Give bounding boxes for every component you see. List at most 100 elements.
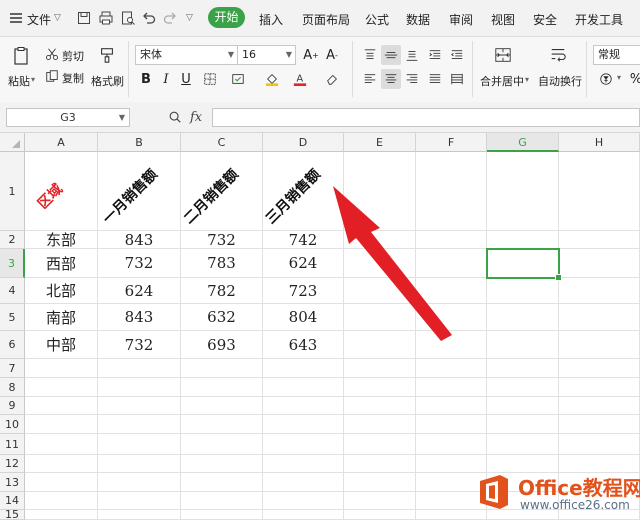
format-painter-icon[interactable] [96, 44, 118, 66]
column-header-a[interactable]: A [25, 133, 98, 152]
justify-icon[interactable] [425, 69, 445, 89]
cell-e8[interactable] [344, 378, 416, 397]
column-header-h[interactable]: H [559, 133, 640, 152]
cell-a7[interactable] [25, 359, 98, 378]
cell-f7[interactable] [416, 359, 487, 378]
row-header-10[interactable]: 10 [0, 415, 25, 434]
cell-b15[interactable] [98, 510, 181, 520]
cell-d2[interactable]: 742 [263, 231, 344, 249]
currency-icon[interactable] [596, 69, 616, 89]
cell-f1[interactable] [416, 152, 487, 231]
cell-g7[interactable] [487, 359, 559, 378]
tab-developer[interactable]: 开发工具 [575, 11, 623, 28]
cell-b4[interactable]: 624 [98, 278, 181, 304]
cell-g1[interactable] [487, 152, 559, 231]
cell-f9[interactable] [416, 397, 487, 415]
cell-h6[interactable] [559, 331, 640, 359]
cell-f8[interactable] [416, 378, 487, 397]
name-box[interactable]: G3 ▼ [6, 108, 130, 127]
cell-f5[interactable] [416, 304, 487, 331]
align-center-icon[interactable] [381, 69, 401, 89]
cell-b8[interactable] [98, 378, 181, 397]
cell-d5[interactable]: 804 [263, 304, 344, 331]
bold-button[interactable]: B [136, 69, 156, 89]
cell-b3[interactable]: 732 [98, 249, 181, 278]
cell-h1[interactable] [559, 152, 640, 231]
align-right-icon[interactable] [402, 69, 422, 89]
formula-input[interactable] [212, 108, 640, 127]
cell-b9[interactable] [98, 397, 181, 415]
quick-access-chevron-icon[interactable]: ▽ [186, 13, 193, 23]
row-header-9[interactable]: 9 [0, 397, 25, 415]
cell-b14[interactable] [98, 492, 181, 510]
save-icon[interactable] [74, 8, 94, 28]
copy-icon[interactable] [44, 68, 60, 84]
row-header-5[interactable]: 5 [0, 304, 25, 331]
file-menu-chevron-icon[interactable]: ▽ [54, 13, 61, 23]
currency-chevron-icon[interactable]: ▾ [617, 73, 621, 82]
cell-d7[interactable] [263, 359, 344, 378]
wrap-text-button[interactable]: 自动换行 [538, 73, 582, 89]
print-icon[interactable] [96, 8, 116, 28]
tab-review[interactable]: 审阅 [449, 11, 473, 28]
cell-c6[interactable]: 693 [181, 331, 263, 359]
align-top-icon[interactable] [360, 45, 380, 65]
row-header-1[interactable]: 1 [0, 152, 25, 231]
cell-f11[interactable] [416, 434, 487, 455]
cell-d13[interactable] [263, 473, 344, 492]
format-painter-button[interactable]: 格式刷 [91, 73, 124, 89]
undo-icon[interactable] [139, 8, 159, 28]
tab-page-layout[interactable]: 页面布局 [302, 11, 350, 28]
column-header-g[interactable]: G [487, 133, 559, 152]
number-format-select[interactable]: 常规 [593, 45, 640, 65]
paste-icon[interactable] [9, 44, 33, 68]
cell-d10[interactable] [263, 415, 344, 434]
cell-b5[interactable]: 843 [98, 304, 181, 331]
cell-e12[interactable] [344, 455, 416, 473]
cell-h9[interactable] [559, 397, 640, 415]
cell-h2[interactable] [559, 231, 640, 249]
merge-center-button[interactable]: 合并居中 [480, 73, 524, 89]
redo-icon[interactable] [160, 8, 180, 28]
zoom-search-icon[interactable] [165, 107, 185, 127]
cell-c7[interactable] [181, 359, 263, 378]
cut-icon[interactable] [44, 46, 60, 62]
tab-formulas[interactable]: 公式 [365, 11, 389, 28]
tab-home[interactable]: 开始 [208, 7, 245, 28]
cell-b7[interactable] [98, 359, 181, 378]
select-all-corner[interactable] [0, 133, 25, 152]
cut-button[interactable]: 剪切 [62, 48, 84, 64]
distributed-icon[interactable] [447, 69, 467, 89]
cell-g5[interactable] [487, 304, 559, 331]
cell-h7[interactable] [559, 359, 640, 378]
fill-color-icon[interactable] [262, 69, 282, 89]
cell-e6[interactable] [344, 331, 416, 359]
cell-e7[interactable] [344, 359, 416, 378]
underline-button[interactable]: U [176, 69, 196, 89]
cell-a8[interactable] [25, 378, 98, 397]
cell-a3[interactable]: 西部 [25, 249, 98, 278]
row-header-4[interactable]: 4 [0, 278, 25, 304]
cell-f4[interactable] [416, 278, 487, 304]
row-header-3[interactable]: 3 [0, 249, 25, 278]
cell-e3[interactable] [344, 249, 416, 278]
copy-button[interactable]: 复制 [62, 70, 84, 86]
paste-button[interactable]: 粘贴 [8, 73, 30, 89]
cell-d4[interactable]: 723 [263, 278, 344, 304]
column-header-f[interactable]: F [416, 133, 487, 152]
italic-button[interactable]: I [156, 69, 176, 89]
fill-handle[interactable] [555, 274, 562, 281]
row-header-11[interactable]: 11 [0, 434, 25, 455]
cell-c10[interactable] [181, 415, 263, 434]
cell-d12[interactable] [263, 455, 344, 473]
row-header-12[interactable]: 12 [0, 455, 25, 473]
cell-c11[interactable] [181, 434, 263, 455]
cell-c14[interactable] [181, 492, 263, 510]
cell-h4[interactable] [559, 278, 640, 304]
merge-center-icon[interactable] [491, 44, 515, 66]
cell-c2[interactable]: 732 [181, 231, 263, 249]
cell-a15[interactable] [25, 510, 98, 520]
print-preview-icon[interactable] [118, 8, 138, 28]
cell-d6[interactable]: 643 [263, 331, 344, 359]
cell-d11[interactable] [263, 434, 344, 455]
